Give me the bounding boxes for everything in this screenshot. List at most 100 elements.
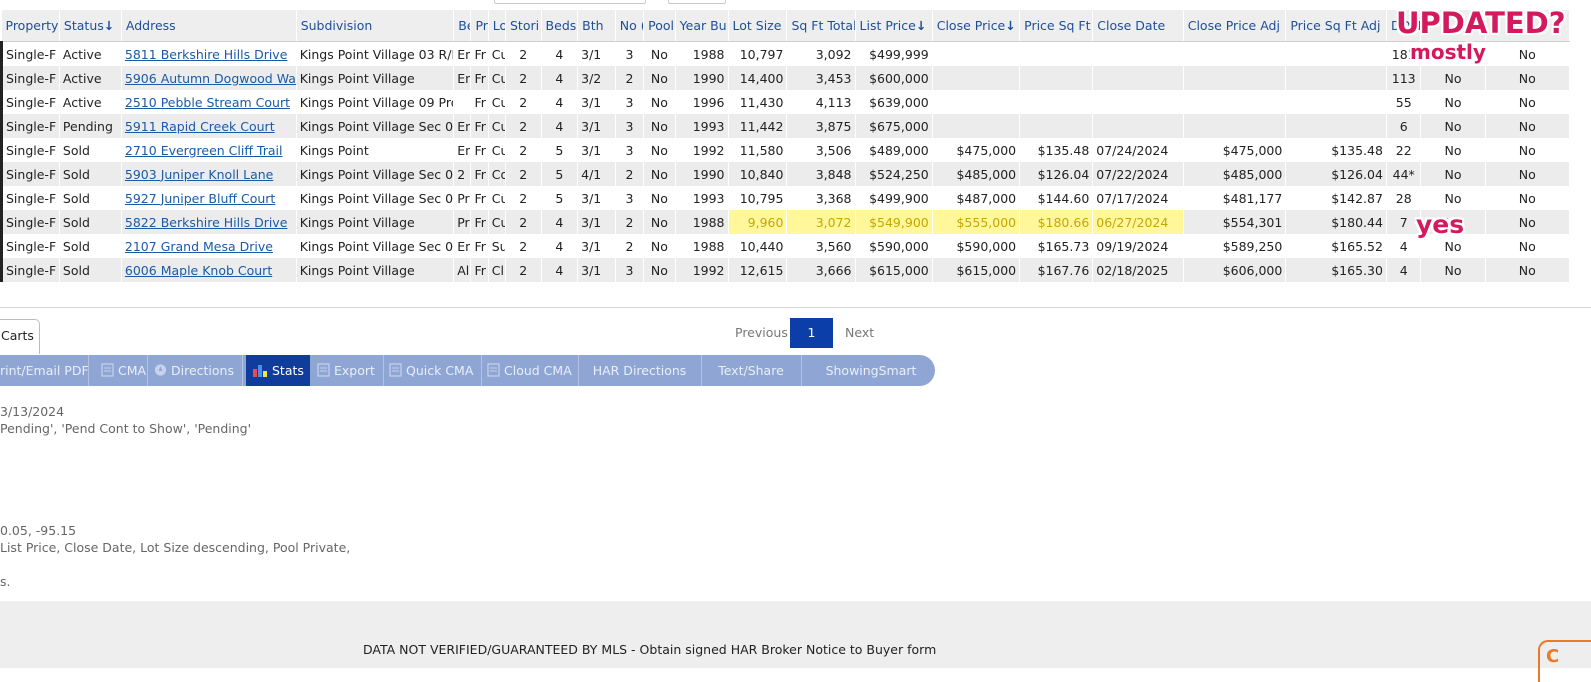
table-row[interactable]: Single-F Sold 2107 Grand Mesa Drive Kings P… [0, 234, 1570, 258]
table-cell: 9,960 [728, 210, 788, 234]
table-cell[interactable]: 5811 Berkshire Hills Drive [121, 41, 297, 66]
column-header[interactable]: Bth [577, 10, 616, 42]
table-cell: $475,000 [932, 138, 1021, 162]
table-cell[interactable]: 5903 Juniper Knoll Lane [121, 162, 297, 186]
cma-button[interactable]: CMA [88, 355, 148, 386]
chat-widget[interactable]: C [1538, 640, 1591, 682]
tab-carts-label: Carts [1, 328, 34, 343]
column-header[interactable]: Pool [643, 10, 676, 42]
table-cell: No [1485, 186, 1570, 210]
table-cell: En [453, 114, 472, 138]
address-link[interactable]: 5906 Autumn Dogwood Way [125, 71, 295, 86]
har-directions-button[interactable]: HAR Directions [578, 355, 702, 386]
address-link[interactable]: 2107 Grand Mesa Drive [125, 239, 273, 254]
table-cell[interactable]: 5822 Berkshire Hills Drive [121, 210, 297, 234]
table-row[interactable]: Single-F Active 5906 Autumn Dogwood Way Kin… [0, 66, 1570, 90]
table-cell: En [453, 234, 472, 258]
table-row[interactable]: Single-F Active 5811 Berkshire Hills Drive… [0, 41, 1570, 66]
table-cell: 4 [541, 210, 579, 234]
table-cell: Cl [488, 258, 506, 282]
address-link[interactable]: 5911 Rapid Creek Court [125, 119, 275, 134]
address-link[interactable]: 5927 Juniper Bluff Court [125, 191, 275, 206]
stats-button[interactable]: Stats [246, 355, 310, 386]
column-header[interactable]: Price Sq Ft Adj [1285, 10, 1387, 42]
sort-arrow-icon: ↓ [915, 18, 927, 33]
tab-carts[interactable]: Carts [0, 319, 40, 354]
table-row[interactable]: Single-F Sold 5903 Juniper Knoll Lane Kings… [0, 162, 1570, 186]
table-cell: Cu [488, 186, 506, 210]
table-cell: 1988 [675, 234, 729, 258]
column-header[interactable]: Property [1, 10, 60, 42]
column-header[interactable]: Pr [470, 10, 489, 42]
table-cell [1285, 66, 1387, 90]
address-link[interactable]: 6006 Maple Knob Court [125, 263, 272, 278]
table-cell: 4 [1386, 258, 1422, 282]
column-header[interactable]: Price Sq Ft [1019, 10, 1094, 42]
table-cell: No [1485, 66, 1570, 90]
current-page-button[interactable]: 1 [790, 318, 833, 348]
table-row[interactable]: Single-F Sold 6006 Maple Knob Court Kings P… [0, 258, 1570, 282]
table-cell[interactable]: 5906 Autumn Dogwood Way [121, 66, 297, 90]
column-header[interactable]: List Price↓ [855, 10, 933, 42]
table-cell [1019, 41, 1094, 66]
table-row[interactable]: Single-F Pending 5911 Rapid Creek Court Kin… [0, 114, 1570, 138]
results-table: PropertyStatus↓AddressSubdivisionBePrLoS… [0, 10, 1570, 282]
table-cell[interactable]: 5927 Juniper Bluff Court [121, 186, 297, 210]
top-button-box[interactable] [668, 0, 726, 4]
table-cell: Cu [488, 90, 506, 114]
export-button[interactable]: Export [310, 355, 384, 386]
column-header[interactable]: Address [121, 10, 297, 42]
top-input-box[interactable] [494, 0, 646, 4]
address-link[interactable]: 5822 Berkshire Hills Drive [125, 215, 288, 230]
table-cell[interactable]: 2107 Grand Mesa Drive [121, 234, 297, 258]
table-cell: 10,795 [728, 186, 788, 210]
table-cell: $135.48 [1019, 138, 1094, 162]
table-cell: $615,000 [855, 258, 933, 282]
address-link[interactable]: 2510 Pebble Stream Court [125, 95, 290, 110]
column-header[interactable]: Subdivision [296, 10, 455, 42]
column-header[interactable]: No ( [615, 10, 645, 42]
table-cell: 2 [505, 66, 542, 90]
table-cell [1092, 41, 1184, 66]
table-cell: 28 [1386, 186, 1422, 210]
table-cell: No [643, 66, 676, 90]
column-header[interactable]: Status↓ [59, 10, 122, 42]
table-cell: Fr [470, 258, 489, 282]
table-row[interactable]: Single-F Active 2510 Pebble Stream Court Ki… [0, 90, 1570, 114]
column-header[interactable]: Lo [488, 10, 506, 42]
quick-cma-button[interactable]: Quick CMA [383, 355, 482, 386]
table-cell [1183, 66, 1287, 90]
column-header[interactable]: Stori [505, 10, 542, 42]
action-toolbar: rint/Email PDF CMA Directions Stats Expo… [0, 355, 935, 386]
directions-button[interactable]: Directions [147, 355, 243, 386]
print-email-pdf-button[interactable]: rint/Email PDF [0, 355, 89, 386]
column-header[interactable]: Close Price↓ [932, 10, 1021, 42]
next-page-link[interactable]: Next [845, 325, 874, 340]
table-cell[interactable]: 2710 Evergreen Cliff Trail [121, 138, 297, 162]
column-header[interactable]: Beds [541, 10, 579, 42]
table-cell: No [1420, 138, 1486, 162]
showingsmart-button[interactable]: ShowingSmart [801, 355, 941, 386]
table-cell[interactable]: 2510 Pebble Stream Court [121, 90, 297, 114]
search-criteria-date: 3/13/2024 [0, 404, 65, 419]
column-header[interactable]: Year Bu [675, 10, 729, 42]
table-row[interactable]: Single-F Sold 5822 Berkshire Hills Drive Ki… [0, 210, 1570, 234]
table-cell: 2 [505, 162, 542, 186]
address-link[interactable]: 5811 Berkshire Hills Drive [125, 47, 288, 62]
cloud-cma-button[interactable]: Cloud CMA [481, 355, 579, 386]
column-header[interactable]: Close Price Adj [1183, 10, 1287, 42]
text-share-button[interactable]: Text/Share [701, 355, 802, 386]
column-header[interactable]: Sq Ft Total [786, 10, 856, 42]
column-header[interactable]: Lot Size [728, 10, 788, 42]
table-cell[interactable]: 5911 Rapid Creek Court [121, 114, 297, 138]
table-cell: 4 [541, 258, 579, 282]
table-cell[interactable]: 6006 Maple Knob Court [121, 258, 297, 282]
previous-page-link[interactable]: Previous [735, 325, 788, 340]
address-link[interactable]: 5903 Juniper Knoll Lane [125, 167, 273, 182]
table-row[interactable]: Single-F Sold 5927 Juniper Bluff Court King… [0, 186, 1570, 210]
column-header[interactable]: Be [453, 10, 472, 42]
table-cell: $481,177 [1183, 186, 1287, 210]
address-link[interactable]: 2710 Evergreen Cliff Trail [125, 143, 283, 158]
column-header[interactable]: Close Date [1092, 10, 1184, 42]
table-row[interactable]: Single-F Sold 2710 Evergreen Cliff Trail Ki… [0, 138, 1570, 162]
